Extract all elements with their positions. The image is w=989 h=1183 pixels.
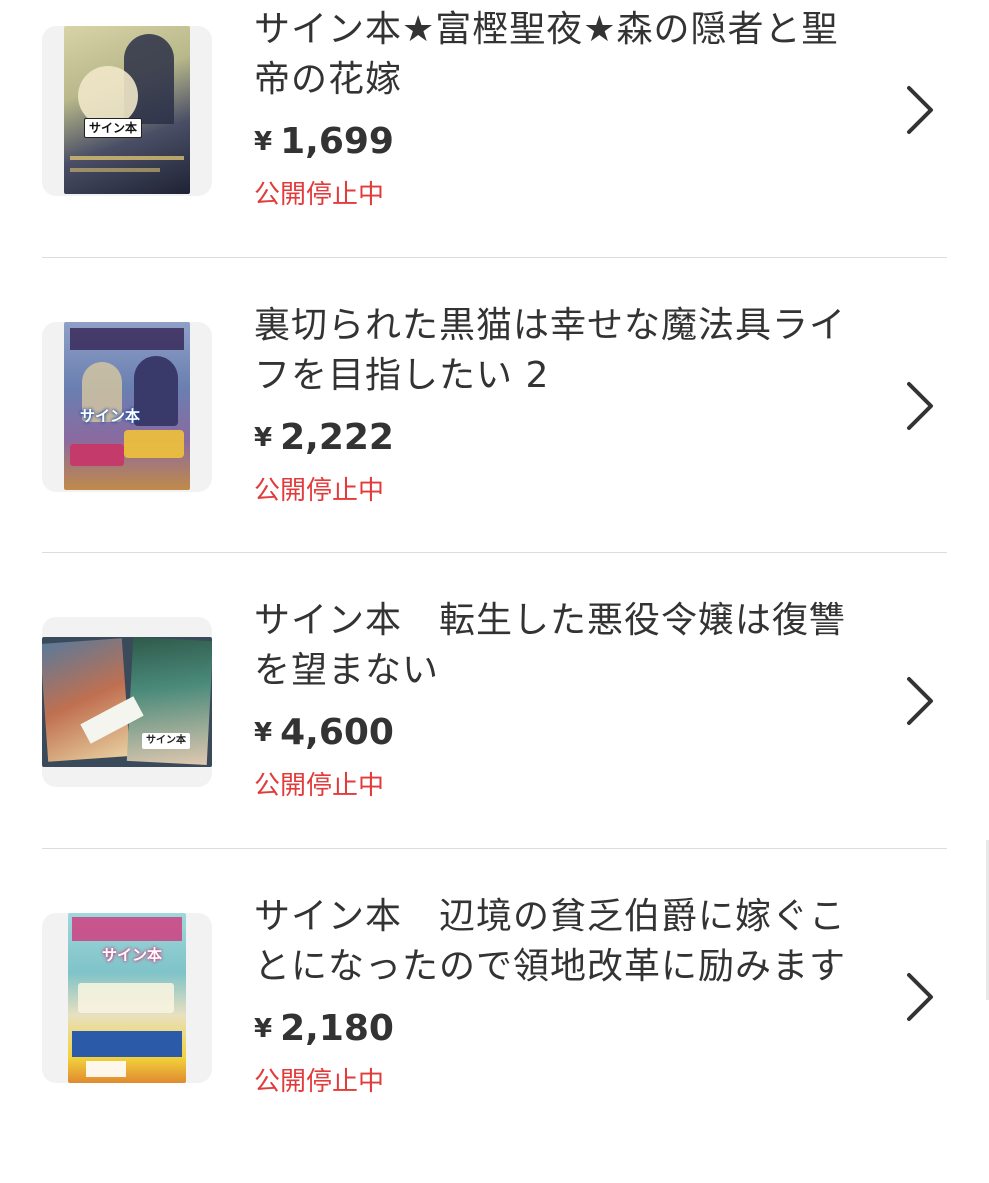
- list-item[interactable]: サイン本 裏切られた黒猫は幸せな魔法具ライフを目指したい 2 ¥2,222 公開…: [0, 296, 989, 592]
- currency-symbol: ¥: [254, 423, 273, 453]
- divider: [42, 257, 947, 258]
- item-title: 裏切られた黒猫は幸せな魔法具ライフを目指したい 2: [254, 305, 847, 396]
- item-title: サイン本 辺境の貧乏伯爵に嫁ぐことになったので領地改革に励みます: [254, 896, 847, 987]
- status-label: 公開停止中: [254, 1067, 385, 1097]
- chevron-right-icon[interactable]: [895, 969, 939, 1025]
- price-value: 2,180: [280, 1008, 394, 1049]
- book-cover-image: サイン本: [64, 26, 190, 194]
- price-value: 4,600: [280, 712, 394, 753]
- list-item[interactable]: サイン本 サイン本 辺境の貧乏伯爵に嫁ぐことになったので領地改革に励みます ¥2…: [0, 887, 989, 1183]
- status-label: 公開停止中: [254, 771, 385, 801]
- list-item[interactable]: サイン本 サイン本★富樫聖夜★森の隠者と聖帝の花嫁 ¥1,699 公開停止中: [0, 0, 989, 296]
- book-cover-image: サイン本: [42, 637, 212, 767]
- signed-sticker: サイン本: [102, 946, 163, 964]
- item-title: サイン本 転生した悪役令嬢は復讐を望まない: [254, 600, 847, 691]
- chevron-right-icon[interactable]: [895, 378, 939, 434]
- item-price: ¥4,600: [254, 711, 394, 758]
- signed-sticker: サイン本: [80, 407, 141, 425]
- item-title: サイン本★富樫聖夜★森の隠者と聖帝の花嫁: [254, 9, 839, 100]
- divider: [42, 848, 947, 849]
- status-label: 公開停止中: [254, 476, 385, 506]
- item-thumbnail: サイン本: [42, 617, 212, 787]
- status-label: 公開停止中: [254, 180, 385, 210]
- list-item[interactable]: サイン本 サイン本 転生した悪役令嬢は復讐を望まない ¥4,600 公開停止中: [0, 591, 989, 887]
- item-thumbnail: サイン本: [42, 26, 212, 196]
- item-price: ¥2,222: [254, 416, 394, 463]
- currency-symbol: ¥: [254, 127, 273, 157]
- item-thumbnail: サイン本: [42, 913, 212, 1083]
- item-price: ¥1,699: [254, 120, 394, 167]
- currency-symbol: ¥: [254, 718, 273, 748]
- signed-sticker: サイン本: [142, 733, 190, 749]
- price-value: 1,699: [280, 121, 394, 162]
- divider: [42, 552, 947, 553]
- book-cover-image: サイン本: [64, 322, 190, 490]
- item-thumbnail: サイン本: [42, 322, 212, 492]
- item-price: ¥2,180: [254, 1007, 394, 1054]
- currency-symbol: ¥: [254, 1014, 273, 1044]
- book-cover-image: サイン本: [68, 913, 186, 1083]
- chevron-right-icon[interactable]: [895, 82, 939, 138]
- signed-sticker: サイン本: [84, 118, 143, 138]
- price-value: 2,222: [280, 417, 394, 458]
- chevron-right-icon[interactable]: [895, 673, 939, 729]
